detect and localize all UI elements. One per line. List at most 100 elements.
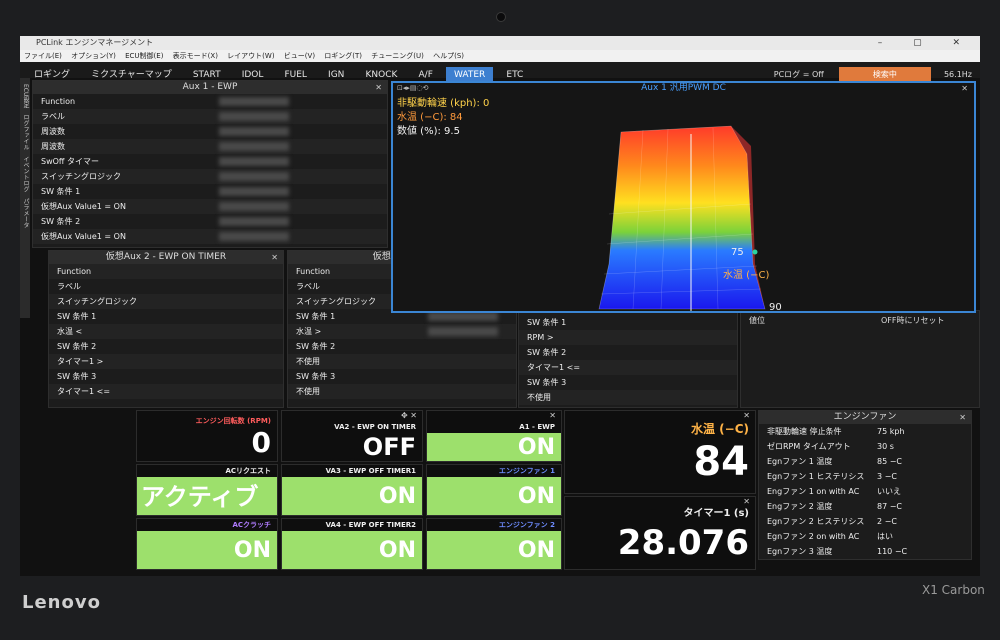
side-tab-strip: ECU設定 ログファイル イベントログ パラメータ (20, 78, 30, 318)
close-icon[interactable]: ✕ (743, 497, 750, 507)
model-label: X1 Carbon (922, 583, 985, 597)
ac-clutch-value: ON (137, 531, 277, 569)
list-item[interactable]: RPM > (519, 330, 737, 345)
timer1-gauge[interactable]: ✕ タイマー1 (s) 28.076 (564, 496, 756, 570)
list-item[interactable]: 不使用 (519, 390, 737, 405)
list-item[interactable]: スイッチングロジック (33, 169, 387, 184)
close-icon[interactable]: ✥ ✕ (401, 411, 417, 421)
list-item[interactable]: SwOff タイマー (33, 154, 387, 169)
gauge-header: ✕ (565, 411, 755, 421)
graph-toolbar[interactable]: ⊡◂▸▤◌⟲ (397, 83, 428, 94)
list-item[interactable]: SW 条件 2 (49, 339, 283, 354)
menu-bar: ファイル(E) オプション(Y) ECU制御(E) 表示モード(X) レイアウト… (20, 50, 980, 62)
list-item[interactable]: SW 条件 1 (33, 184, 387, 199)
menu-file[interactable]: ファイル(E) (24, 52, 62, 60)
list-item[interactable]: 仮想Aux Value1 = ON (33, 229, 387, 244)
gauge-header: ✥ ✕ (282, 411, 422, 421)
table-row[interactable]: Engファン 2 温度 87 −C (759, 499, 971, 514)
graph-title: Aux 1 汎用PWM DC (641, 83, 726, 93)
list-item[interactable]: SW 条件 3 (49, 369, 283, 384)
list-item[interactable]: タイマー1 > (49, 354, 283, 369)
menu-layout[interactable]: レイアウト(W) (227, 52, 274, 60)
table-row[interactable]: Egnファン 1 温度 85 −C (759, 454, 971, 469)
list-item[interactable]: 不使用 (288, 354, 516, 369)
close-icon[interactable]: ✕ (271, 251, 278, 264)
vaux2-title: 仮想Aux 2 - EWP ON TIMER (105, 252, 227, 262)
close-icon[interactable]: ✕ (549, 411, 556, 421)
list-item[interactable]: ラベル (49, 279, 283, 294)
list-item[interactable]: SW 条件 3 (288, 369, 516, 384)
close-icon[interactable]: ✕ (959, 411, 966, 424)
list-item[interactable]: SW 条件 2 (288, 339, 516, 354)
table-row[interactable]: ゼロRPM タイムアウト 30 s (759, 439, 971, 454)
close-icon[interactable]: ✕ (961, 83, 968, 94)
table-row[interactable]: Egnファン 2 on with AC はい (759, 529, 971, 544)
aux1-panel: Aux 1 - EWP ✕ Function ラベル 周波数 周波数 SwOff… (32, 80, 388, 248)
close-icon[interactable]: ✕ (375, 81, 382, 94)
list-item[interactable]: 不使用 (288, 384, 516, 399)
fan1-gauge[interactable]: エンジンファン 1 ON (426, 464, 562, 516)
list-item[interactable]: SW 条件 1 (49, 309, 283, 324)
menu-options[interactable]: オプション(Y) (71, 52, 116, 60)
list-item[interactable]: タイマー1 <= (49, 384, 283, 399)
list-item[interactable]: Function (49, 264, 283, 279)
side-tab-params[interactable]: パラメータ (21, 198, 30, 228)
list-item[interactable]: SW 条件 2 (519, 345, 737, 360)
aux1-rows: Function ラベル 周波数 周波数 SwOff タイマー スイッチングロジ… (33, 94, 387, 244)
list-item[interactable]: 周波数 (33, 139, 387, 154)
engine-fan-title-bar: エンジンファン ✕ (759, 411, 971, 424)
water-temp-gauge[interactable]: ✕ 水温 (−C) 84 (564, 410, 756, 494)
va2-label: VA2 - EWP ON TIMER (334, 423, 416, 431)
va4-gauge[interactable]: VA4 - EWP OFF TIMER2 ON (281, 518, 423, 570)
va3-gauge[interactable]: VA3 - EWP OFF TIMER1 ON (281, 464, 423, 516)
ac-request-gauge[interactable]: ACリクエスト アクティブ (136, 464, 278, 516)
table-row[interactable]: 非駆動輪速 停止条件 75 kph (759, 424, 971, 439)
ac-clutch-gauge[interactable]: ACクラッチ ON (136, 518, 278, 570)
list-item[interactable]: ラベル (33, 109, 387, 124)
list-item[interactable]: SW 条件 3 (519, 375, 737, 390)
list-item[interactable]: SW 条件 2 (33, 214, 387, 229)
axis-tick: 90 (769, 302, 782, 313)
list-item[interactable]: 水温 < (49, 324, 283, 339)
window-controls[interactable]: – ▢ ✕ (878, 36, 974, 50)
side-tab-ecu[interactable]: ECU設定 (21, 84, 30, 108)
gauge-header: ✕ (427, 411, 561, 421)
table-row[interactable]: Egnファン 2 ヒステリシス 2 −C (759, 514, 971, 529)
surface-plot[interactable]: 75 水温 (−C) 90 (393, 94, 976, 313)
menu-tuning[interactable]: チューニング(U) (371, 52, 424, 60)
graph-window[interactable]: ⊡◂▸▤◌⟲ Aux 1 汎用PWM DC ✕ 非駆動輪速 (kph): 0 水… (391, 81, 976, 313)
vaux2-panel: 仮想Aux 2 - EWP ON TIMER ✕ Function ラベル スイ… (48, 250, 284, 408)
list-item[interactable]: 仮想Aux Value1 = ON (33, 199, 387, 214)
aux1-title: Aux 1 - EWP (182, 82, 238, 92)
table-row[interactable]: Engファン 1 on with AC いいえ (759, 484, 971, 499)
menu-ecu[interactable]: ECU制御(E) (125, 52, 163, 60)
fan1-value: ON (427, 477, 561, 515)
menu-view[interactable]: ビュー(V) (284, 52, 315, 60)
menu-display[interactable]: 表示モード(X) (173, 52, 218, 60)
a1-label: A1 - EWP (519, 423, 555, 431)
list-item[interactable]: タイマー1 <= (519, 360, 737, 375)
side-tab-eventlog[interactable]: イベントログ (21, 156, 30, 192)
surface-mesh (598, 125, 766, 310)
list-item[interactable]: スイッチングロジック (49, 294, 283, 309)
timer1-label: タイマー1 (s) (683, 508, 749, 519)
app-title: PCLink エンジンマネージメント (36, 38, 154, 47)
list-item[interactable]: 水温 > (288, 324, 516, 339)
close-icon[interactable]: ✕ (743, 411, 750, 421)
side-tab-logfile[interactable]: ログファイル (21, 114, 30, 150)
a1-gauge[interactable]: ✕ A1 - EWP ON (426, 410, 562, 462)
rpm-gauge[interactable]: エンジン回転数 (RPM) 0 (136, 410, 278, 462)
va2-gauge[interactable]: ✥ ✕ VA2 - EWP ON TIMER OFF (281, 410, 423, 462)
fan2-gauge[interactable]: エンジンファン 2 ON (426, 518, 562, 570)
partial-text: 値位 (749, 316, 765, 325)
menu-logging[interactable]: ロギング(T) (324, 52, 362, 60)
list-item[interactable]: SW 条件 1 (519, 315, 737, 330)
va3-value: ON (282, 477, 422, 515)
table-row[interactable]: Egnファン 1 ヒステリシス 3 −C (759, 469, 971, 484)
menu-help[interactable]: ヘルプ(S) (433, 52, 464, 60)
list-item[interactable]: Function (33, 94, 387, 109)
graph-title-bar: ⊡◂▸▤◌⟲ Aux 1 汎用PWM DC ✕ (393, 83, 974, 94)
axis-label: 水温 (−C) (723, 269, 769, 281)
table-row[interactable]: Egnファン 3 温度 110 −C (759, 544, 971, 559)
list-item[interactable]: 周波数 (33, 124, 387, 139)
